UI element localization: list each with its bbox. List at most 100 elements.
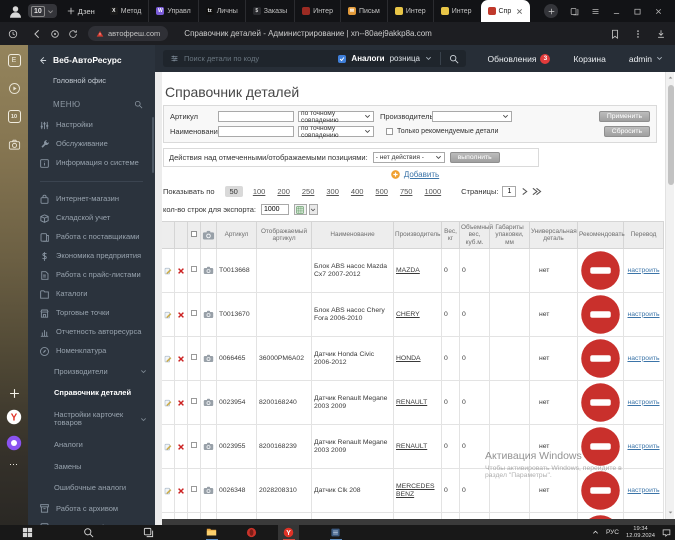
browser-tab[interactable]: Интер [387,0,433,22]
yandex-browser-icon[interactable]: Y [6,409,22,425]
delete-icon[interactable] [177,487,185,495]
select-all-header[interactable] [188,222,201,249]
manufacturer-link[interactable]: CHERY [396,311,420,318]
row-select-cell[interactable] [188,381,201,425]
alice-icon[interactable] [6,435,22,451]
manufacturer-link[interactable]: MAZDA [396,267,420,274]
site-mode-icon[interactable] [50,29,60,39]
recommended-checkbox[interactable] [386,128,393,135]
apply-button[interactable]: Применить [599,111,650,122]
yandex-icon[interactable]: Y [283,527,294,538]
row-delete-cell[interactable] [175,469,188,513]
browser-tab[interactable]: XМетод [103,0,149,22]
delete-icon[interactable] [177,355,185,363]
not-recommended-icon[interactable] [580,382,621,423]
task-view-icon[interactable] [143,527,154,538]
reset-button[interactable]: Сбросить [604,126,650,137]
manufacturer-link[interactable]: HONDA [396,355,421,362]
photo-icon[interactable] [203,486,214,495]
browser-tab[interactable]: WУправл [148,0,197,22]
office-name[interactable]: Головной офис [53,76,155,85]
sidebar-item-active[interactable]: Справочник деталей [28,383,155,405]
row-delete-cell[interactable] [175,381,188,425]
restore-window-icon[interactable] [633,7,642,16]
photo-icon[interactable] [203,266,214,275]
add-link[interactable]: Добавить [404,170,439,179]
not-recommended-icon[interactable] [580,250,621,291]
delete-icon[interactable] [177,311,185,319]
bookmark-icon[interactable] [610,29,620,39]
sidebar-scrollbar[interactable] [152,117,154,173]
page-size-link[interactable]: 250 [302,187,315,196]
export-excel-button[interactable] [294,204,307,215]
row-photo-cell[interactable] [201,469,217,513]
photo-icon[interactable] [203,354,214,363]
row-checkbox[interactable] [191,266,197,272]
page-size-selected[interactable]: 50 [225,186,243,197]
browser-tab[interactable]: tzЛичны [198,0,245,22]
rail-plus-icon[interactable] [9,388,20,399]
sidebar-item[interactable]: Аналоги [28,435,155,457]
zen-new-tab-button[interactable]: Дзен [67,7,95,16]
translate-configure-link[interactable]: настроить [627,311,659,318]
sidebar-item[interactable]: Настройки [28,116,155,135]
clock[interactable]: 19:34 12.09.2024 [626,526,655,540]
row-edit-cell[interactable] [162,469,175,513]
row-photo-cell[interactable] [201,337,217,381]
sidebar-item[interactable]: Отчетность авторесурса [28,323,155,342]
cart-button[interactable]: Корзина [573,54,605,64]
sidebar-item[interactable]: Работа с архивом [28,499,155,518]
row-checkbox[interactable] [191,486,197,492]
sidebar-item[interactable]: Работа с прайс-листами [28,266,155,285]
not-recommended-icon[interactable] [580,470,621,511]
browser-tab[interactable]: ✉Письм [340,0,387,22]
more-options-icon[interactable] [633,29,643,39]
bulk-action-select[interactable]: - нет действия - [373,152,445,163]
browser-tab[interactable]: $Заказы [245,0,294,22]
close-window-icon[interactable] [654,7,663,16]
video-play-icon[interactable] [8,82,21,95]
edit-icon[interactable] [164,355,172,363]
translate-configure-link[interactable]: настроить [627,487,659,494]
search-submit-icon[interactable] [449,54,459,64]
page-size-link[interactable]: 500 [375,187,388,196]
browser-tab[interactable]: Интер [433,0,479,22]
sidebar-item[interactable]: Производители [28,361,155,383]
name-input[interactable] [218,126,294,137]
photo-icon[interactable] [203,310,214,319]
sidebar-item[interactable]: Экспортные функции [28,518,155,525]
row-delete-cell[interactable] [175,249,188,293]
sidebar-item[interactable]: Торговые точки [28,304,155,323]
screenshot-icon[interactable] [8,138,21,151]
tray-expand-icon[interactable] [592,529,599,536]
tabs-count-icon[interactable]: 10 [8,110,21,123]
page-size-link[interactable]: 400 [351,187,364,196]
updates-button[interactable]: Обновления 3 [487,54,550,64]
scrollbar-thumb[interactable] [668,85,674,185]
more-dots-icon[interactable]: ⋯ [9,461,19,467]
row-edit-cell[interactable] [162,249,175,293]
page-size-link[interactable]: 1000 [424,187,441,196]
delete-icon[interactable] [177,443,185,451]
reload-icon[interactable] [68,29,78,39]
language-indicator[interactable]: РУС [606,529,619,536]
minimize-icon[interactable] [612,7,621,16]
name-match-select[interactable]: по точному совпадению [298,126,374,137]
history-icon[interactable] [8,29,18,39]
translate-configure-link[interactable]: настроить [627,355,659,362]
manufacturer-link[interactable]: RENAULT [396,443,427,450]
row-delete-cell[interactable] [175,293,188,337]
menu-search-icon[interactable] [134,100,143,109]
translate-configure-link[interactable]: настроить [627,399,659,406]
app-window-icon[interactable] [330,527,341,538]
app-brand[interactable]: Веб-АвтоРесурс [28,55,155,65]
new-tab-button[interactable] [544,4,558,18]
sidebar-item[interactable]: Каталоги [28,285,155,304]
execute-button[interactable]: выполнить [450,152,500,163]
manufacturer-link[interactable]: MERCEDES BENZ [396,483,435,497]
row-photo-cell[interactable] [201,381,217,425]
row-edit-cell[interactable] [162,425,175,469]
profile-avatar-icon[interactable] [8,4,23,19]
page-number-input[interactable] [502,186,516,197]
sidebar-item[interactable]: Замены [28,456,155,478]
